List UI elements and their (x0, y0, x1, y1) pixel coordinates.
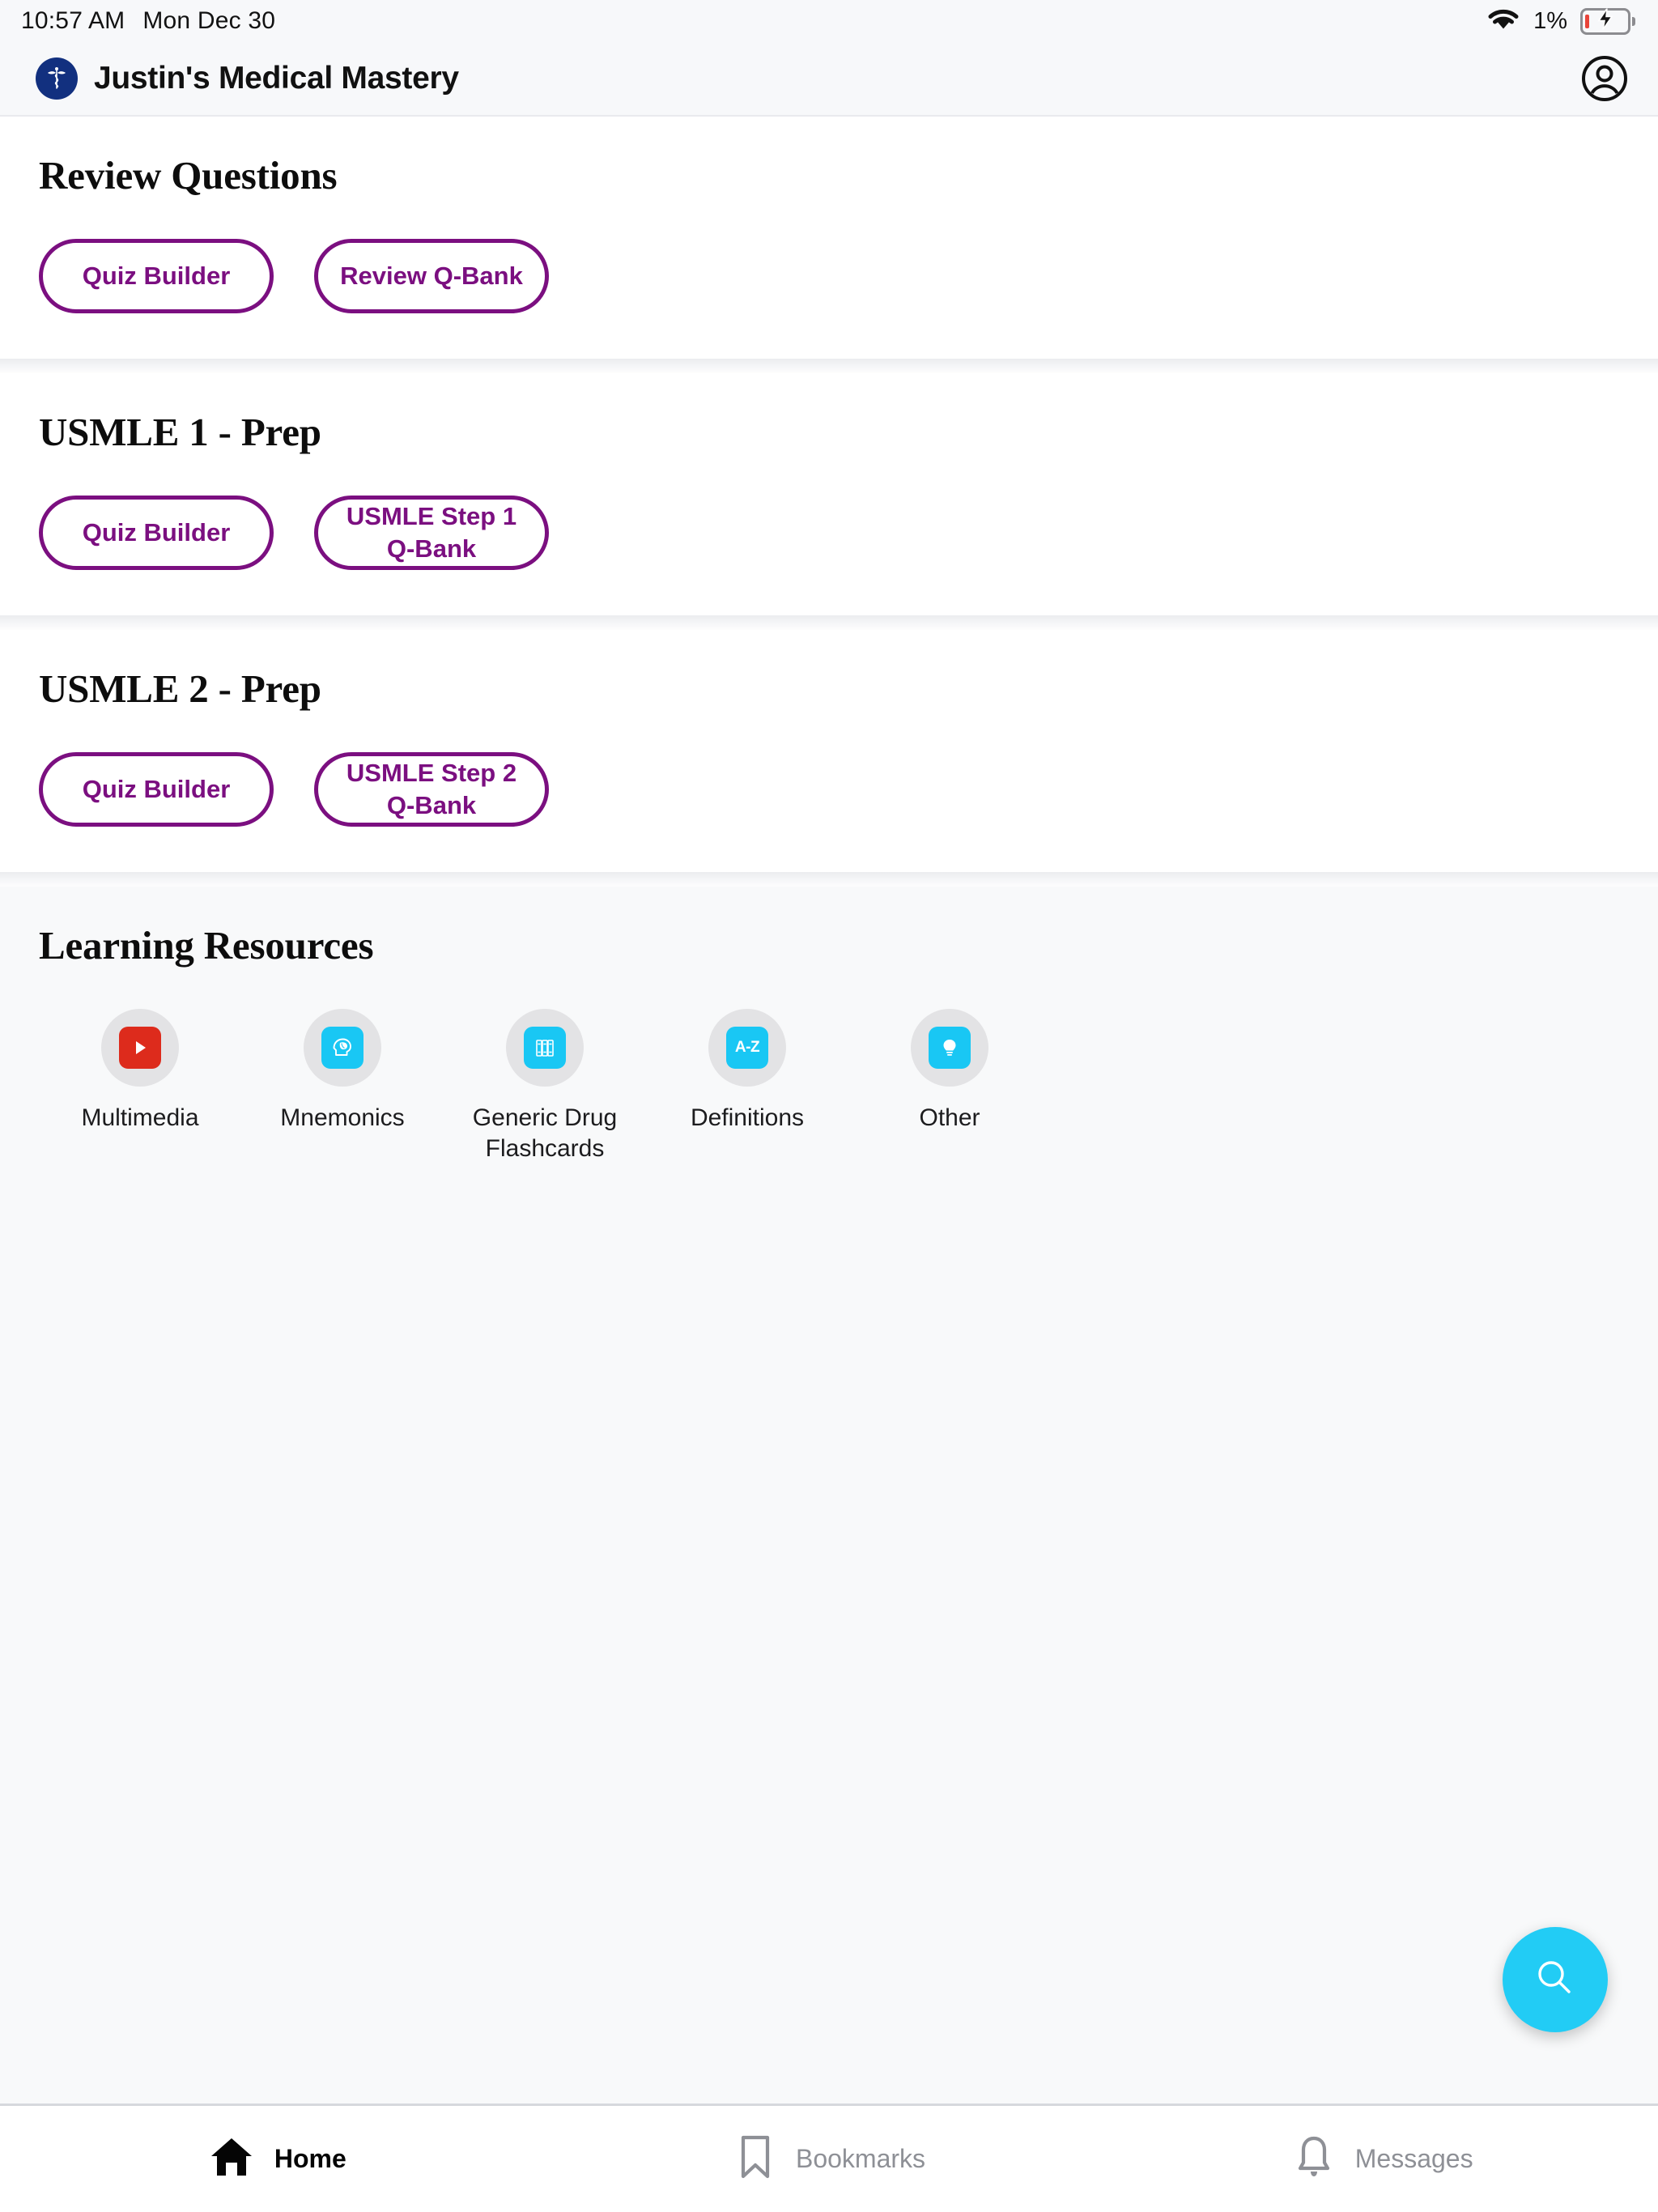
bookmark-icon (733, 2132, 778, 2186)
search-icon (1530, 1953, 1580, 2007)
tab-bookmarks[interactable]: Bookmarks (553, 2106, 1106, 2212)
resource-label: Mnemonics (280, 1104, 405, 1131)
status-bar-left: 10:57 AM Mon Dec 30 (21, 7, 275, 35)
button-row: Quiz Builder Review Q-Bank (39, 239, 1619, 313)
section-divider (0, 872, 1658, 887)
button-label: Quiz Builder (82, 518, 231, 547)
resource-icon-badge (506, 1009, 584, 1087)
button-label: Review Q-Bank (340, 262, 523, 291)
tab-home[interactable]: Home (0, 2106, 553, 2212)
app-root: 10:57 AM Mon Dec 30 1% Justin's Medical … (0, 0, 1658, 2212)
section-title: USMLE 2 - Prep (39, 666, 321, 711)
resource-icon-badge (304, 1009, 381, 1087)
resource-icon-badge (911, 1009, 988, 1087)
battery-percent-label: 1% (1533, 7, 1567, 34)
section-review-questions: Review Questions Quiz Builder Review Q-B… (0, 117, 1658, 359)
resource-item-other[interactable]: Other (848, 1009, 1051, 1134)
section-learning-resources: Learning Resources Multimedia Mnemonics … (0, 887, 1658, 2104)
account-circle-icon[interactable] (1575, 49, 1634, 108)
battery-charging-icon (1580, 7, 1635, 35)
tab-label: Bookmarks (795, 2144, 926, 2173)
status-date: Mon Dec 30 (142, 7, 276, 34)
brain-head-icon (321, 1027, 363, 1069)
a-z-dictionary-icon: A-Z (726, 1027, 768, 1069)
button-label: Quiz Builder (82, 262, 231, 291)
section-title: Learning Resources (39, 923, 374, 968)
status-bar-right: 1% (1486, 7, 1635, 36)
resource-item-mnemonics[interactable]: Mnemonics (241, 1009, 444, 1134)
quiz-builder-button-usmle2[interactable]: Quiz Builder (39, 752, 274, 827)
section-divider (0, 615, 1658, 630)
usmle-step-2-qbank-button[interactable]: USMLE Step 2 Q-Bank (314, 752, 549, 827)
section-title: USMLE 1 - Prep (39, 410, 321, 454)
wifi-icon (1486, 7, 1520, 36)
app-title: Justin's Medical Mastery (94, 61, 459, 96)
app-header: Justin's Medical Mastery (0, 42, 1658, 117)
quiz-builder-button-review[interactable]: Quiz Builder (39, 239, 274, 313)
caduceus-logo-icon (36, 57, 78, 100)
button-label: USMLE Step 1 Q-Bank (346, 502, 517, 563)
resource-icon-badge (101, 1009, 179, 1087)
brand: Justin's Medical Mastery (36, 57, 459, 100)
section-title: Review Questions (39, 153, 338, 198)
books-icon (524, 1027, 566, 1069)
button-row: Quiz Builder USMLE Step 1 Q-Bank (39, 496, 1619, 570)
section-usmle-2-prep: USMLE 2 - Prep Quiz Builder USMLE Step 2… (0, 630, 1658, 872)
tab-label: Messages (1354, 2144, 1473, 2173)
status-time: 10:57 AM (21, 7, 125, 34)
bell-icon (1290, 2132, 1337, 2186)
resource-label: Generic Drug Flashcards (472, 1104, 618, 1163)
resource-icon-badge: A-Z (708, 1009, 786, 1087)
resource-row: Multimedia Mnemonics Generic Drug Flashc… (39, 1009, 1619, 1165)
review-qbank-button[interactable]: Review Q-Bank (314, 239, 549, 313)
resource-label: Multimedia (81, 1104, 199, 1131)
play-video-icon (119, 1027, 161, 1069)
tab-messages[interactable]: Messages (1105, 2106, 1658, 2212)
resource-item-generic-drug-flashcards[interactable]: Generic Drug Flashcards (444, 1009, 646, 1165)
bottom-tab-bar: Home Bookmarks Messages (0, 2104, 1658, 2212)
status-bar: 10:57 AM Mon Dec 30 1% (0, 0, 1658, 42)
tab-label: Home (274, 2144, 346, 2173)
a-z-label: A-Z (734, 1039, 760, 1056)
home-icon (206, 2132, 257, 2186)
lightbulb-icon (929, 1027, 971, 1069)
resource-label: Definitions (690, 1104, 805, 1131)
button-label: USMLE Step 2 Q-Bank (346, 759, 517, 819)
section-divider (0, 359, 1658, 373)
resource-item-definitions[interactable]: A-Z Definitions (646, 1009, 848, 1134)
quiz-builder-button-usmle1[interactable]: Quiz Builder (39, 496, 274, 570)
main-content: Review Questions Quiz Builder Review Q-B… (0, 117, 1658, 2104)
button-label: Quiz Builder (82, 775, 231, 804)
resource-label: Other (919, 1104, 980, 1131)
section-usmle-1-prep: USMLE 1 - Prep Quiz Builder USMLE Step 1… (0, 373, 1658, 615)
usmle-step-1-qbank-button[interactable]: USMLE Step 1 Q-Bank (314, 496, 549, 570)
search-fab-button[interactable] (1503, 1927, 1608, 2032)
button-row: Quiz Builder USMLE Step 2 Q-Bank (39, 752, 1619, 827)
resource-item-multimedia[interactable]: Multimedia (39, 1009, 241, 1134)
